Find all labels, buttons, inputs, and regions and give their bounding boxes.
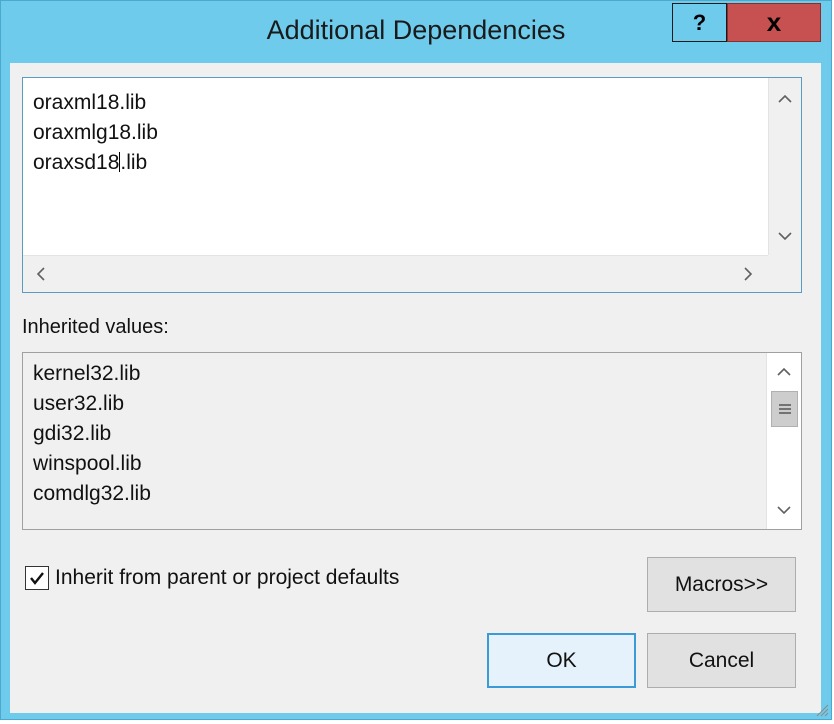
help-button[interactable]: ?	[672, 3, 727, 42]
close-button[interactable]: x	[727, 3, 821, 42]
dependencies-text[interactable]: oraxml18.lib oraxmlg18.lib oraxsd18.lib	[33, 88, 158, 178]
grip-lines-icon	[778, 404, 791, 414]
chevron-up-icon	[777, 367, 791, 376]
inherit-checkbox-label[interactable]: Inherit from parent or project defaults	[55, 566, 399, 590]
cancel-button[interactable]: Cancel	[647, 633, 796, 688]
help-icon: ?	[692, 9, 707, 35]
chevron-right-icon	[744, 267, 753, 281]
macros-button[interactable]: Macros>>	[647, 557, 796, 612]
scrollbar-corner	[768, 255, 801, 292]
dialog-window: Additional Dependencies ? x oraxml18.lib…	[0, 0, 832, 720]
ok-button[interactable]: OK	[487, 633, 636, 688]
inherited-values-label: Inherited values:	[22, 316, 169, 338]
dependencies-textbox[interactable]: oraxml18.lib oraxmlg18.lib oraxsd18.lib	[22, 77, 802, 293]
scroll-right-button[interactable]	[733, 259, 763, 289]
dialog-body: oraxml18.lib oraxmlg18.lib oraxsd18.lib	[10, 63, 821, 713]
scroll-left-button[interactable]	[26, 259, 56, 289]
inherited-vertical-scrollbar[interactable]	[766, 353, 801, 529]
dependency-line-tail: .lib	[120, 151, 148, 174]
dependency-line: oraxml18.lib	[33, 91, 147, 114]
chevron-left-icon	[36, 267, 45, 281]
checkmark-icon	[30, 572, 44, 585]
scroll-up-button[interactable]	[770, 84, 800, 114]
scroll-up-button[interactable]	[769, 357, 799, 387]
scroll-thumb[interactable]	[771, 391, 798, 427]
list-item: gdi32.lib	[33, 422, 112, 445]
title-bar[interactable]: Additional Dependencies ? x	[1, 1, 831, 63]
resize-grip-icon[interactable]	[815, 703, 829, 717]
inherit-checkbox[interactable]	[25, 566, 49, 590]
inherited-values-list[interactable]: kernel32.lib user32.lib gdi32.lib winspo…	[22, 352, 802, 530]
chevron-down-icon	[778, 232, 792, 241]
vertical-scrollbar[interactable]	[768, 78, 801, 255]
horizontal-scrollbar[interactable]	[23, 255, 768, 292]
chevron-down-icon	[777, 506, 791, 515]
scroll-down-button[interactable]	[769, 495, 799, 525]
close-icon: x	[766, 7, 782, 37]
list-item: comdlg32.lib	[33, 482, 151, 505]
list-item: winspool.lib	[33, 452, 142, 475]
inherit-checkbox-row[interactable]: Inherit from parent or project defaults	[25, 566, 399, 590]
inherited-values-items: kernel32.lib user32.lib gdi32.lib winspo…	[33, 359, 151, 509]
dependency-line: oraxsd18.lib	[33, 148, 158, 178]
dependency-line-head: oraxsd18	[33, 151, 120, 174]
chevron-up-icon	[778, 94, 792, 103]
list-item: user32.lib	[33, 392, 125, 415]
list-item: kernel32.lib	[33, 362, 141, 385]
dependency-line: oraxmlg18.lib	[33, 121, 158, 144]
scroll-down-button[interactable]	[770, 221, 800, 251]
